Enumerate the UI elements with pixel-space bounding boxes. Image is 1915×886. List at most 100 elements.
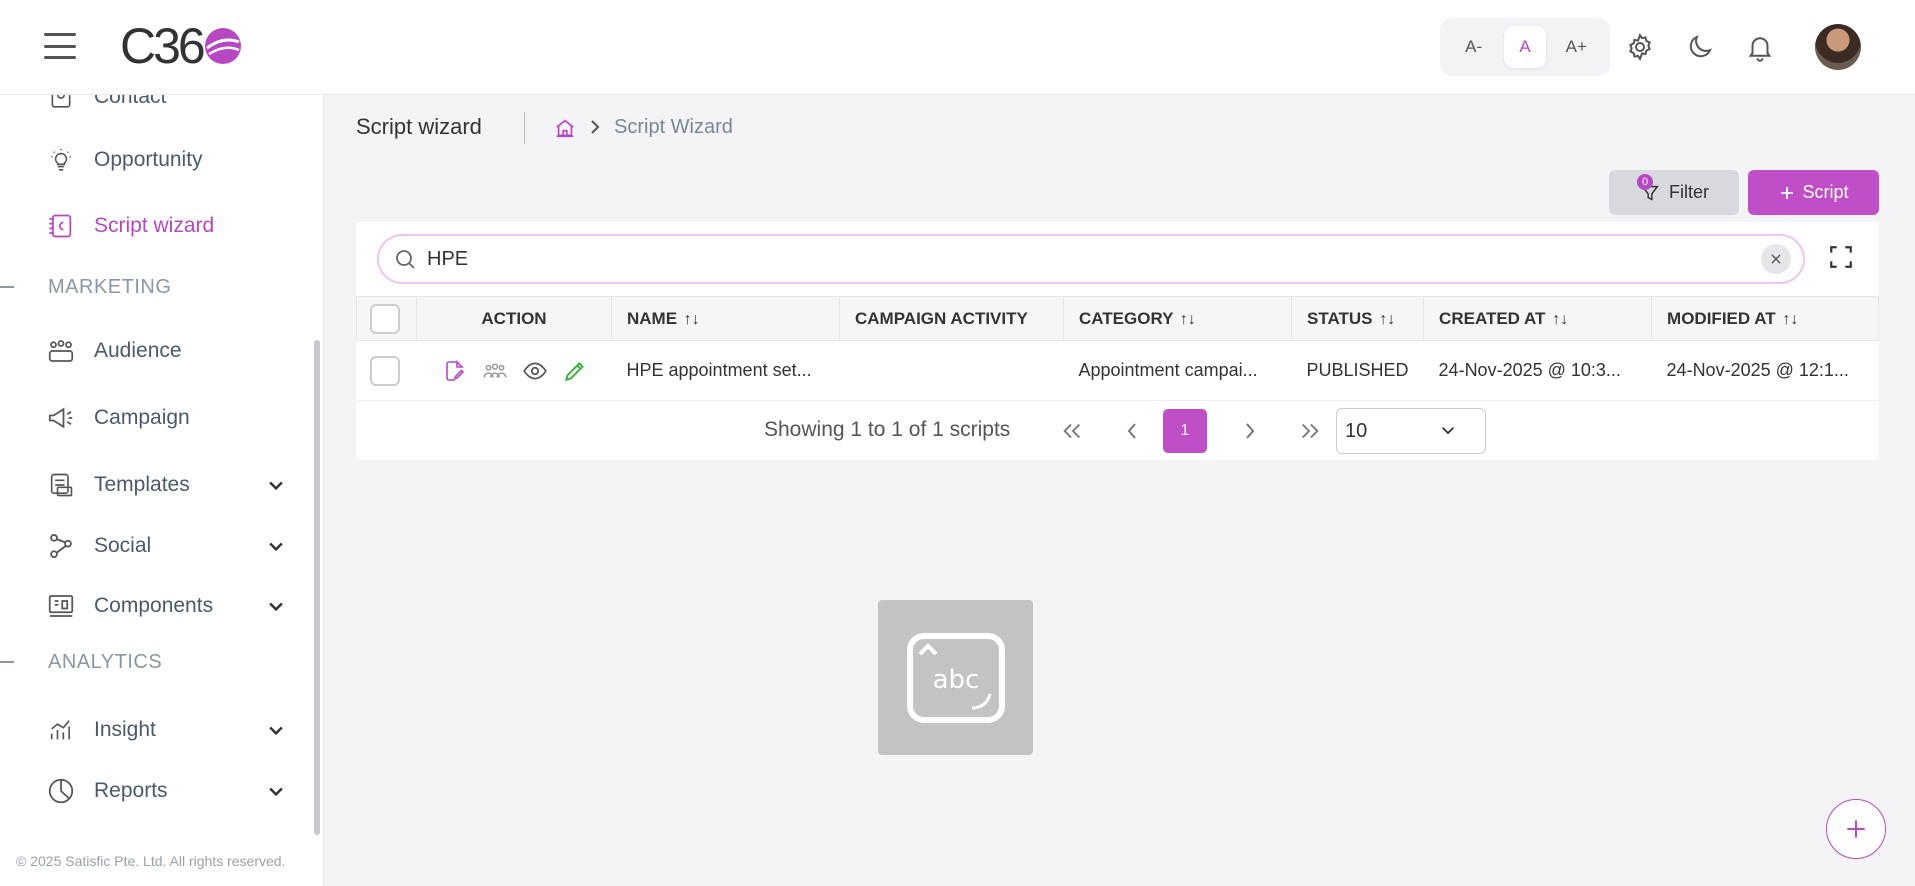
sort-icon: ↑↓ [1379, 310, 1396, 328]
column-header-status[interactable]: STATUS ↑↓ [1290, 296, 1425, 341]
hamburger-menu-icon[interactable] [44, 33, 76, 59]
templates-icon [46, 470, 76, 500]
chevron-down-icon [269, 602, 283, 612]
sidebar-item-social[interactable]: Social [46, 526, 286, 566]
table-header-row: ACTION NAME ↑↓ CAMPAIGN ACTIVITY CATEGOR… [356, 296, 1879, 341]
sidebar-item-reports[interactable]: Reports [46, 771, 286, 811]
edit-script-icon[interactable] [442, 358, 468, 384]
keyboard-placeholder-image: abc [878, 600, 1033, 755]
logo-mark-icon [204, 28, 241, 64]
audience-icon [46, 336, 76, 366]
table-row[interactable]: HPE appointment set... Appointment campa… [356, 340, 1879, 401]
view-eye-icon[interactable] [522, 358, 548, 384]
contact-icon [46, 95, 76, 112]
sidebar-item-script-wizard[interactable]: Script wizard [46, 206, 286, 246]
sidebar-item-campaign[interactable]: Campaign [46, 398, 286, 438]
sidebar-scrollbar[interactable] [314, 340, 320, 835]
select-all-checkbox[interactable] [370, 303, 400, 334]
bulb-icon [46, 145, 76, 175]
section-label: ANALYTICS [48, 650, 163, 673]
column-header-name[interactable]: NAME ↑↓ [611, 296, 840, 341]
font-decrease-button[interactable]: A- [1453, 26, 1495, 68]
social-icon [46, 531, 76, 561]
sidebar-item-label: Contact [94, 95, 167, 108]
close-icon [1771, 254, 1781, 264]
page-button-current[interactable]: 1 [1163, 409, 1207, 453]
user-avatar[interactable] [1815, 24, 1861, 70]
column-header-action: ACTION [416, 296, 612, 341]
add-script-label: Script [1802, 182, 1849, 202]
section-marketing: MARKETING [0, 272, 171, 302]
cell-created-at: 24-Nov-2025 @ 10:3... [1423, 340, 1652, 401]
chevron-down-icon [269, 726, 283, 736]
cell-campaign-activity [839, 340, 1064, 401]
first-page-icon[interactable] [1050, 409, 1094, 453]
logo[interactable]: C36 [120, 16, 243, 76]
chevron-down-icon [269, 542, 283, 552]
section-label: MARKETING [48, 275, 172, 298]
font-increase-button[interactable]: A+ [1555, 26, 1597, 68]
cell-modified-at: 24-Nov-2025 @ 12:1... [1651, 340, 1879, 401]
audience-action-icon[interactable] [482, 358, 508, 384]
floating-add-button[interactable] [1826, 799, 1886, 859]
section-analytics: ANALYTICS [0, 647, 162, 677]
search-bar [377, 234, 1805, 284]
page-title: Script wizard [356, 114, 482, 139]
top-header: C36 A- A A+ [0, 0, 1915, 95]
sidebar-item-label: Social [94, 534, 152, 557]
clear-search-button[interactable] [1761, 244, 1791, 274]
pagination: Showing 1 to 1 of 1 scripts 1 10 [356, 404, 1879, 460]
column-header-category[interactable]: CATEGORY ↑↓ [1063, 296, 1292, 341]
moon-icon[interactable] [1681, 28, 1719, 66]
sidebar-item-audience[interactable]: Audience [46, 331, 286, 371]
column-header-created-at[interactable]: CREATED AT ↑↓ [1423, 296, 1653, 341]
script-icon [46, 211, 76, 241]
font-size-group: A- A A+ [1440, 18, 1610, 76]
pencil-icon[interactable] [562, 358, 588, 384]
filter-label: Filter [1669, 182, 1709, 202]
logo-text: C36 [120, 18, 206, 74]
column-header-modified-at[interactable]: MODIFIED AT ↑↓ [1651, 296, 1879, 341]
gear-icon[interactable] [1621, 28, 1659, 66]
scripts-table: ACTION NAME ↑↓ CAMPAIGN ACTIVITY CATEGOR… [356, 296, 1879, 401]
home-icon[interactable] [554, 117, 576, 139]
sidebar-item-opportunity[interactable]: Opportunity [46, 140, 286, 180]
cell-status: PUBLISHED [1291, 340, 1424, 401]
svg-text:abc: abc [932, 665, 979, 695]
sort-icon: ↑↓ [1179, 310, 1196, 328]
cell-category: Appointment campai... [1063, 340, 1292, 401]
column-header-campaign-activity: CAMPAIGN ACTIVITY [839, 296, 1064, 341]
title-divider [524, 112, 525, 144]
sort-icon: ↑↓ [1552, 310, 1569, 328]
filter-count-badge: 0 [1637, 174, 1653, 190]
sidebar-item-label: Script wizard [94, 214, 215, 237]
last-page-icon[interactable] [1288, 409, 1332, 453]
sidebar-item-label: Reports [94, 779, 168, 802]
row-checkbox[interactable] [369, 355, 400, 386]
fullscreen-icon[interactable] [1828, 244, 1854, 270]
sidebar-item-contact[interactable]: Contact [46, 95, 286, 117]
next-page-icon[interactable] [1228, 409, 1272, 453]
font-normal-button[interactable]: A [1503, 26, 1546, 68]
reports-icon [46, 776, 76, 806]
sidebar-item-label: Insight [94, 718, 156, 741]
add-script-button[interactable]: Script [1748, 170, 1879, 215]
bell-icon[interactable] [1741, 28, 1779, 66]
sidebar-item-components[interactable]: Components [46, 586, 286, 626]
chevron-down-icon [269, 787, 283, 797]
search-input[interactable] [427, 247, 1803, 271]
page-size-value: 10 [1345, 419, 1368, 442]
plus-icon [1781, 186, 1794, 199]
chevron-down-icon [1442, 427, 1454, 435]
sidebar-item-label: Audience [94, 339, 182, 362]
sidebar-item-templates[interactable]: Templates [46, 465, 286, 505]
plus-icon [1847, 820, 1865, 838]
page-size-select[interactable]: 10 [1336, 408, 1486, 454]
sidebar-item-insight[interactable]: Insight [46, 710, 286, 750]
chevron-down-icon [269, 481, 283, 491]
prev-page-icon[interactable] [1110, 409, 1154, 453]
text-input-icon: abc [906, 632, 1005, 723]
filter-button[interactable]: 0 Filter [1609, 170, 1739, 215]
select-all-cell [356, 296, 417, 341]
pagination-summary: Showing 1 to 1 of 1 scripts [764, 418, 1011, 441]
